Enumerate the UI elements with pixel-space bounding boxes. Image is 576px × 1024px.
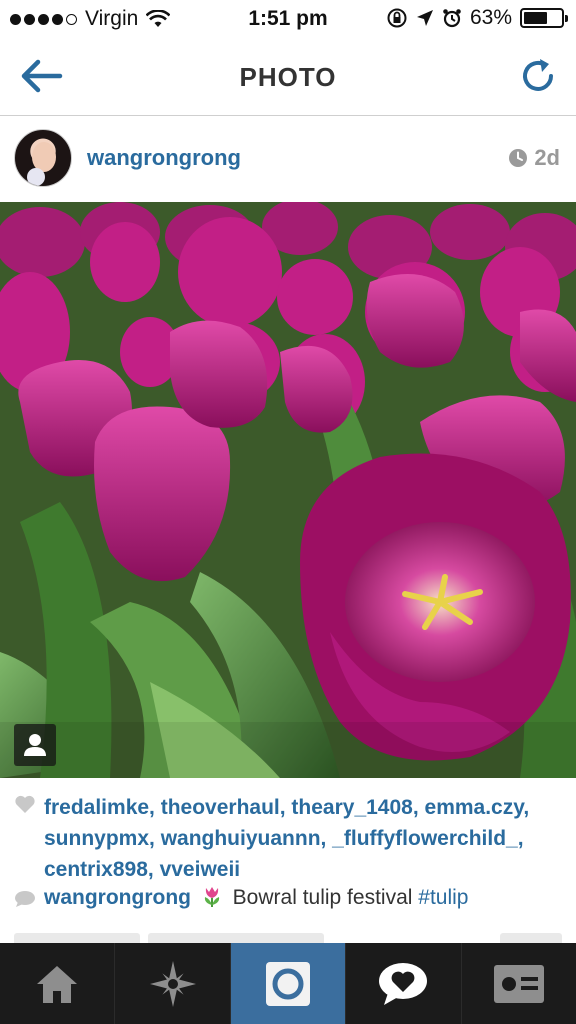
next-post-preview bbox=[500, 933, 562, 943]
tab-explore[interactable] bbox=[115, 943, 231, 1024]
person-icon bbox=[24, 734, 46, 756]
tulip-photo-image bbox=[0, 202, 576, 778]
tab-profile[interactable] bbox=[462, 943, 576, 1024]
tulip-emoji-icon bbox=[204, 887, 219, 907]
post-username[interactable]: wangrongrong bbox=[87, 145, 241, 171]
page-title: PHOTO bbox=[239, 62, 337, 92]
profile-card-icon bbox=[493, 964, 544, 1003]
next-post-preview bbox=[14, 933, 140, 943]
time-ago: 2d bbox=[534, 145, 560, 170]
rotation-lock-icon bbox=[387, 8, 407, 28]
post-timestamp: 2d bbox=[508, 145, 560, 171]
battery-icon bbox=[520, 8, 568, 28]
comment-bubble-icon bbox=[15, 891, 35, 907]
refresh-icon[interactable] bbox=[518, 56, 558, 96]
avatar[interactable] bbox=[14, 129, 72, 187]
explore-star-icon bbox=[149, 960, 196, 1007]
post-meta: fredalimke, theoverhaul, theary_1408, em… bbox=[0, 778, 576, 943]
home-icon bbox=[37, 965, 78, 1003]
likes-list[interactable]: fredalimke, theoverhaul, theary_1408, em… bbox=[44, 792, 564, 885]
tagged-people-button[interactable] bbox=[14, 724, 56, 766]
caption: wangrongrong Bowral tulip festival #tuli… bbox=[44, 885, 468, 911]
battery-percent: 63% bbox=[469, 6, 512, 29]
heart-icon bbox=[15, 795, 35, 813]
activity-heart-bubble-icon bbox=[379, 962, 428, 1005]
battery-fill bbox=[524, 12, 547, 24]
location-arrow-icon bbox=[416, 10, 433, 26]
post-header: wangrongrong 2d bbox=[0, 117, 576, 202]
caption-hashtag[interactable]: #tulip bbox=[418, 886, 468, 909]
status-right: 63% bbox=[386, 6, 568, 30]
caption-text: Bowral tulip festival bbox=[232, 886, 413, 909]
next-post-preview bbox=[148, 933, 324, 943]
tab-activity[interactable] bbox=[346, 943, 462, 1024]
alarm-clock-icon bbox=[443, 9, 461, 28]
caption-username[interactable]: wangrongrong bbox=[44, 886, 191, 909]
tab-bar bbox=[0, 943, 576, 1024]
clock-icon bbox=[509, 149, 528, 167]
tab-home[interactable] bbox=[0, 943, 116, 1024]
status-bar: Virgin 1:51 pm 63% bbox=[0, 0, 576, 38]
navigation-bar: PHOTO bbox=[0, 38, 576, 116]
post-photo[interactable] bbox=[0, 202, 576, 778]
tab-camera[interactable] bbox=[230, 943, 347, 1024]
camera-icon bbox=[266, 961, 311, 1006]
